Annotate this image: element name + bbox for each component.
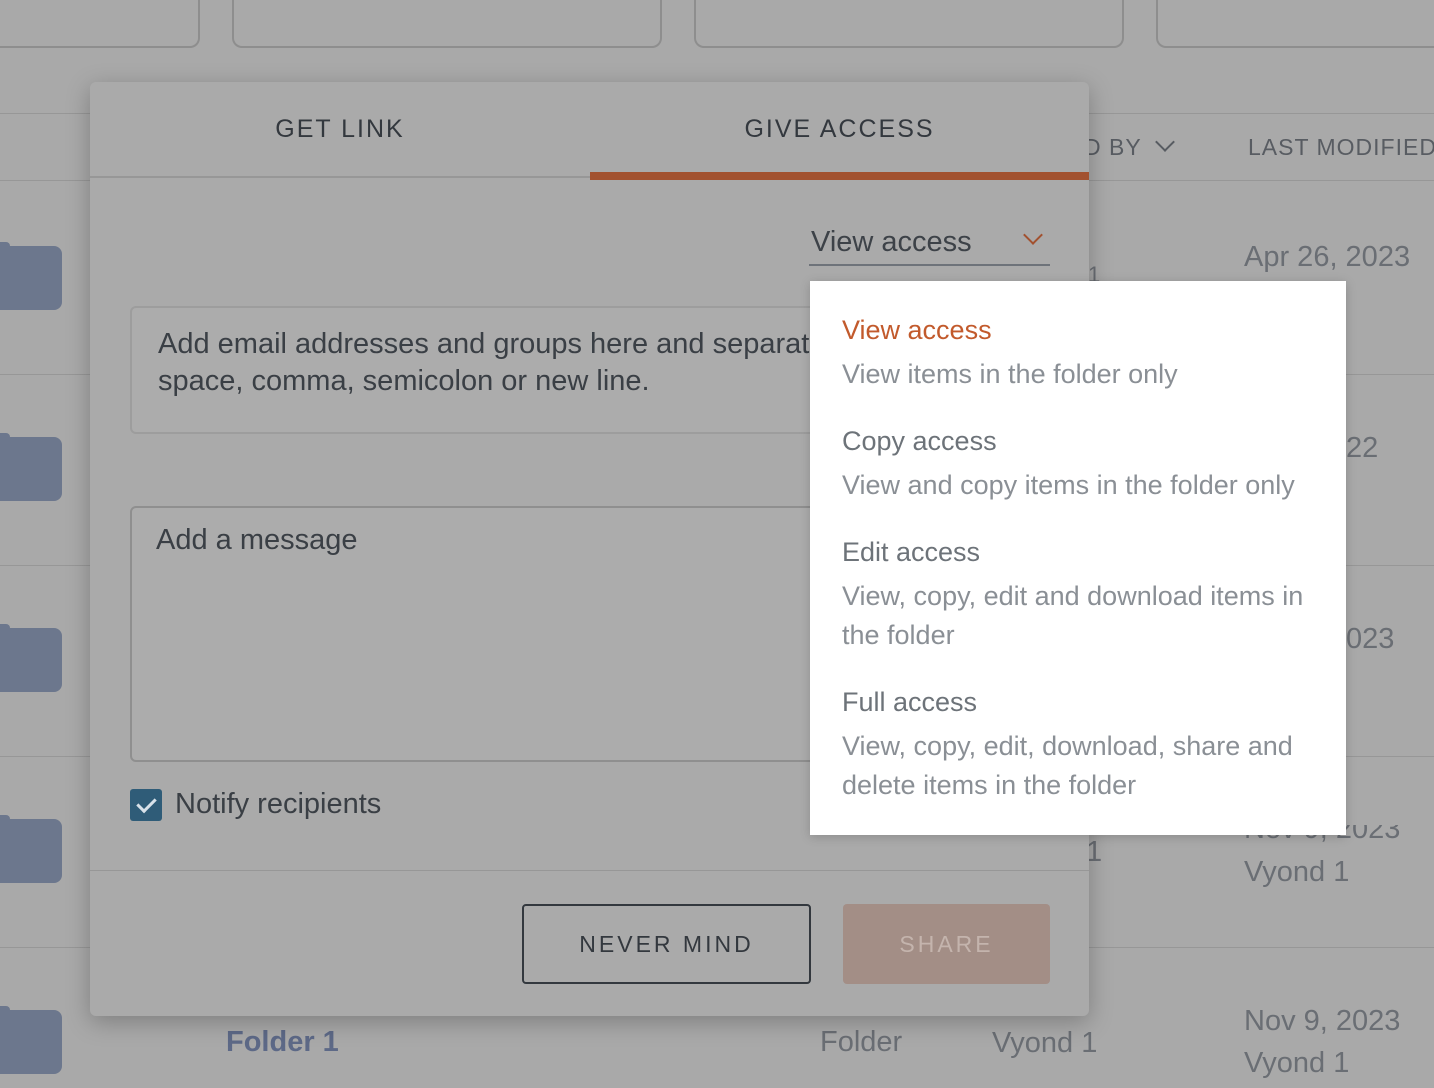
row-date: 22: [1346, 432, 1379, 464]
checkbox-checked-icon[interactable]: [130, 789, 162, 821]
column-header-last-modified[interactable]: LAST MODIFIED: [1248, 134, 1434, 161]
menu-item-description: View, copy, edit and download items in t…: [842, 581, 1304, 650]
menu-item-view-access[interactable]: View access View items in the folder onl…: [842, 313, 1322, 394]
column-header-modified-by[interactable]: D BY: [1084, 132, 1175, 161]
divider: [90, 870, 1089, 871]
folder-icon: [0, 624, 62, 692]
row-date: Apr 26, 2023: [1244, 241, 1411, 273]
chevron-down-icon: [1154, 132, 1175, 152]
row-date: 023: [1346, 623, 1395, 655]
access-level-select[interactable]: View access: [809, 220, 1050, 266]
folder-icon: [0, 1006, 62, 1074]
row-date: Nov 9, 2023: [1244, 1005, 1401, 1037]
menu-item-full-access[interactable]: Full access View, copy, edit, download, …: [842, 685, 1322, 805]
background-card: [694, 0, 1124, 48]
row-owner: Vyond 1: [1244, 1047, 1350, 1079]
menu-item-copy-access[interactable]: Copy access View and copy items in the f…: [842, 424, 1322, 505]
menu-item-title: Full access: [842, 687, 978, 717]
column-header-label: D BY: [1084, 134, 1142, 160]
share-button[interactable]: SHARE: [843, 904, 1050, 984]
access-level-value: View access: [811, 226, 972, 258]
menu-item-description: View, copy, edit, download, share and de…: [842, 731, 1293, 800]
menu-item-title: View access: [842, 315, 992, 345]
message-placeholder: Add a message: [156, 524, 358, 556]
background-card: [232, 0, 662, 48]
row-type: Folder: [820, 1026, 903, 1058]
notify-recipients-label: Notify recipients: [175, 788, 382, 820]
menu-item-description: View and copy items in the folder only: [842, 470, 1295, 500]
folder-icon: [0, 815, 62, 883]
tab-give-access[interactable]: GIVE ACCESS: [590, 82, 1089, 180]
folder-icon: [0, 433, 62, 501]
menu-item-title: Edit access: [842, 537, 981, 567]
menu-item-title: Copy access: [842, 426, 997, 456]
modal-tabs: GET LINK GIVE ACCESS: [90, 82, 1089, 180]
chevron-down-icon: [1023, 225, 1043, 245]
folder-name-link[interactable]: Folder 1: [226, 1026, 339, 1059]
never-mind-button[interactable]: NEVER MIND: [522, 904, 811, 984]
menu-item-description: View items in the folder only: [842, 359, 1178, 389]
menu-item-edit-access[interactable]: Edit access View, copy, edit and downloa…: [842, 535, 1322, 655]
row-owner: Vyond 1: [992, 1027, 1098, 1059]
folder-icon: [0, 242, 62, 310]
row-owner: Vyond 1: [1244, 856, 1350, 888]
tab-get-link[interactable]: GET LINK: [90, 82, 590, 178]
background-card: [0, 0, 200, 48]
access-level-menu: View access View items in the folder onl…: [810, 281, 1346, 835]
background-card: [1156, 0, 1434, 48]
